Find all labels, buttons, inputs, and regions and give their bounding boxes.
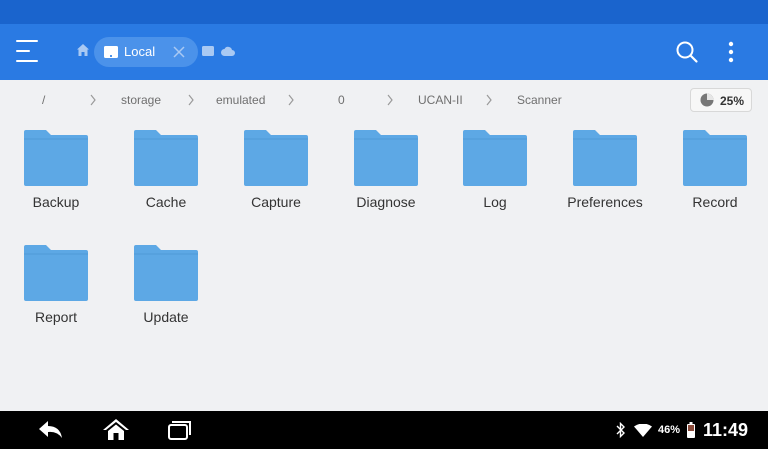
folder-icon: [24, 245, 88, 301]
chevron-right-icon: [90, 94, 96, 106]
tablet-icon: [104, 46, 118, 58]
more-vertical-icon[interactable]: [722, 40, 740, 64]
folder-icon: [463, 130, 527, 186]
folder-icon: [354, 130, 418, 186]
battery-percent: 46%: [658, 424, 681, 436]
folder-record[interactable]: Record: [660, 130, 768, 226]
folder-icon: [244, 130, 308, 186]
folder-icon: [683, 130, 747, 186]
folder-label: Diagnose: [356, 194, 416, 210]
close-icon[interactable]: [172, 45, 186, 59]
battery-icon: [687, 422, 695, 438]
breadcrumb-item-storage[interactable]: storage: [121, 92, 161, 108]
chevron-right-icon: [387, 94, 393, 106]
folder-label: Record: [692, 194, 738, 210]
tab-local-label: Local: [124, 44, 156, 59]
back-icon[interactable]: [36, 418, 64, 442]
navigation-bar: 46% 11:49: [0, 411, 768, 449]
cloud-icon[interactable]: [221, 46, 235, 56]
menu-button[interactable]: [16, 40, 42, 62]
folder-diagnose[interactable]: Diagnose: [331, 130, 441, 226]
chevron-right-icon: [188, 94, 194, 106]
folder-label: Backup: [32, 194, 80, 210]
folder-cache[interactable]: Cache: [111, 130, 221, 226]
chevron-right-icon: [486, 94, 492, 106]
folder-icon: [134, 245, 198, 301]
breadcrumb-item-0[interactable]: 0: [338, 92, 345, 108]
status-bar: [0, 0, 768, 24]
tablet-icon[interactable]: [202, 46, 214, 56]
folder-backup[interactable]: Backup: [1, 130, 111, 226]
folder-label: Capture: [251, 194, 301, 210]
breadcrumb-item-emulated[interactable]: emulated: [216, 92, 265, 108]
folder-label: Report: [34, 309, 78, 325]
breadcrumb-item-ucan-ii[interactable]: UCAN-II: [418, 92, 463, 108]
folder-icon: [134, 130, 198, 186]
clock: 11:49: [703, 420, 749, 440]
home-icon[interactable]: [77, 44, 89, 56]
folder-label: Update: [143, 309, 189, 325]
folder-report[interactable]: Report: [1, 245, 111, 341]
folder-capture[interactable]: Capture: [221, 130, 331, 226]
home-icon[interactable]: [102, 418, 130, 442]
search-icon[interactable]: [675, 40, 699, 64]
folder-icon: [24, 130, 88, 186]
breadcrumb-item-root[interactable]: /: [42, 92, 45, 108]
chevron-right-icon: [288, 94, 294, 106]
folder-update[interactable]: Update: [111, 245, 221, 341]
folder-label: Cache: [145, 194, 187, 210]
pie-chart-icon: [700, 93, 714, 107]
tab-local[interactable]: Local: [94, 37, 198, 67]
wifi-icon: [634, 424, 652, 437]
folder-icon: [573, 130, 637, 186]
folder-label: Preferences: [567, 194, 643, 210]
app-bar: Local: [0, 24, 768, 80]
bluetooth-icon: [616, 422, 625, 438]
breadcrumb-item-scanner[interactable]: Scanner: [517, 92, 562, 108]
storage-percent: 25%: [720, 94, 745, 108]
folder-log[interactable]: Log: [440, 130, 550, 226]
recents-icon[interactable]: [166, 418, 194, 442]
folder-label: Log: [483, 194, 507, 210]
folder-preferences[interactable]: Preferences: [550, 130, 660, 226]
storage-usage-badge[interactable]: 25%: [690, 88, 752, 112]
